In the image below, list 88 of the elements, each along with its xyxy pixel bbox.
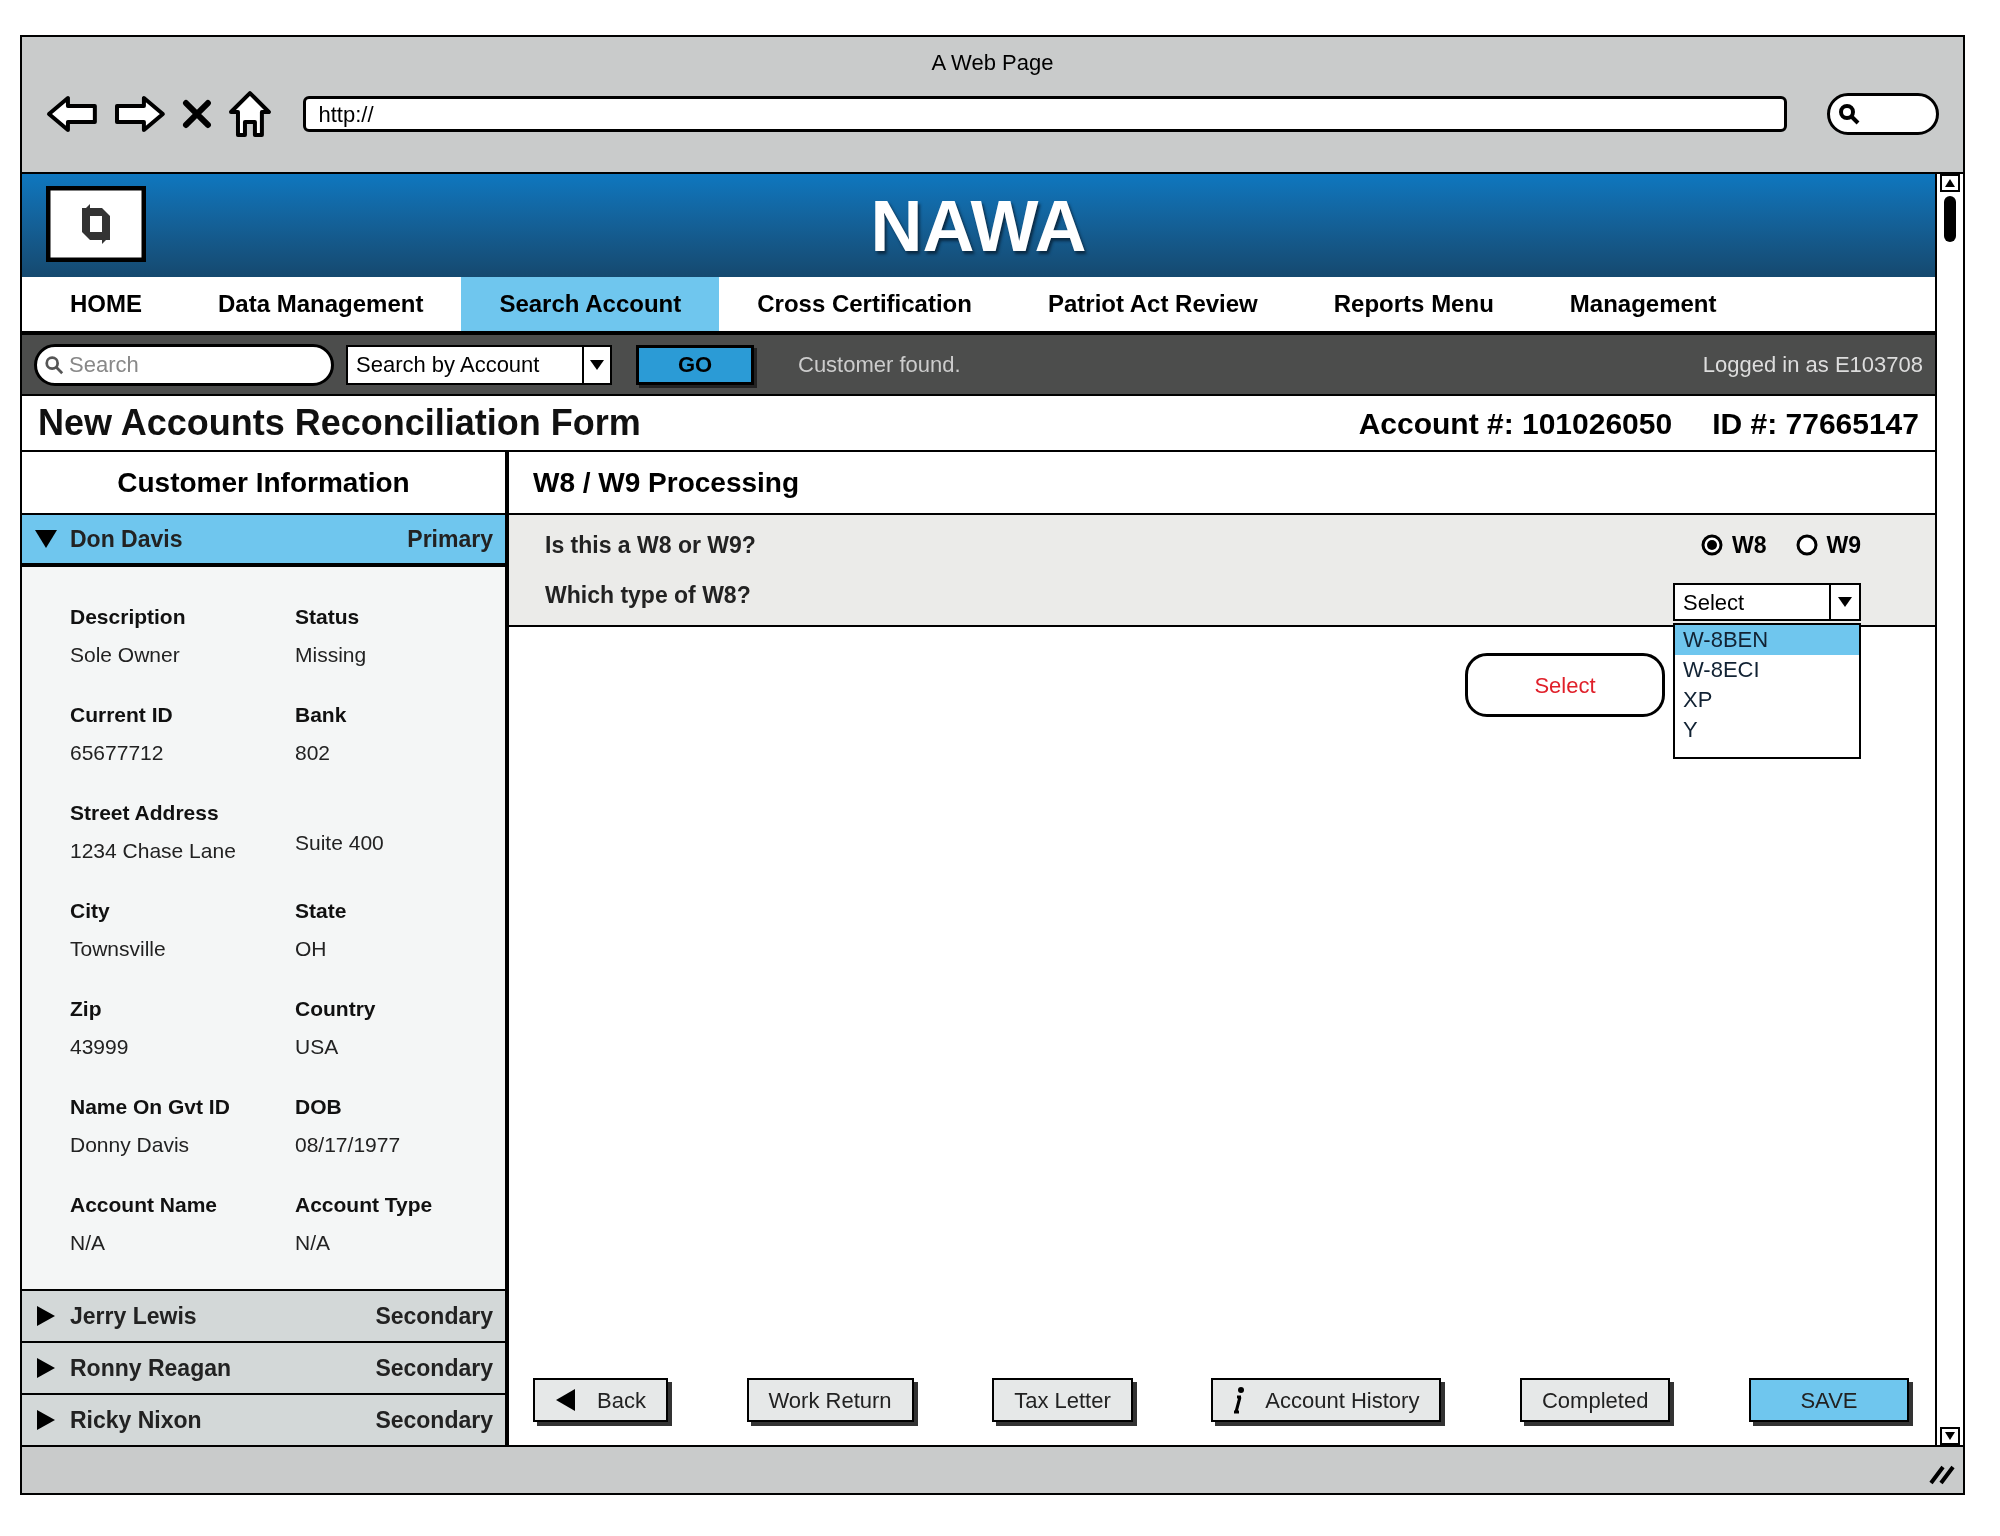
dropdown-option[interactable]: W-8BEN: [1675, 625, 1859, 655]
field-label: Account Name: [70, 1192, 219, 1218]
url-field[interactable]: http://: [303, 96, 1788, 132]
field-value: 802: [295, 739, 332, 766]
scroll-up-icon[interactable]: [1940, 174, 1960, 192]
field-value: N/A: [70, 1229, 106, 1256]
dropdown-option[interactable]: Y: [1675, 715, 1859, 745]
field-value: N/A: [295, 1229, 331, 1256]
panel-title: Customer Information: [117, 465, 410, 500]
customer-row[interactable]: Ronny Reagan Secondary: [22, 1341, 505, 1393]
customer-name: Ricky Nixon: [70, 1405, 202, 1435]
type-dropdown[interactable]: Select: [1673, 583, 1861, 621]
customer-role: Secondary: [375, 1405, 493, 1435]
form-title: New Accounts Reconciliation Form: [38, 401, 641, 445]
close-icon[interactable]: [181, 99, 212, 129]
field-value: USA: [295, 1033, 340, 1060]
triangle-left-icon: [555, 1388, 577, 1412]
app-title: NAWA: [870, 184, 1087, 268]
field-label: Bank: [295, 702, 348, 728]
info-icon: [1233, 1386, 1246, 1414]
customer-name: Ronny Reagan: [70, 1353, 232, 1383]
field-label: Status: [295, 604, 361, 630]
radio-button[interactable]: [1794, 533, 1819, 557]
field-value: Donny Davis: [70, 1131, 191, 1158]
search-field[interactable]: [1827, 93, 1939, 135]
field-value: 43999: [70, 1033, 130, 1060]
nav-tab[interactable]: Data Management: [180, 277, 462, 331]
account-number: Account #: 101026050: [1358, 405, 1673, 442]
collapse-icon: [34, 528, 58, 550]
home-icon[interactable]: [227, 90, 272, 138]
customer-name: Jerry Lewis: [70, 1301, 197, 1331]
customer-row[interactable]: Don Davis Primary: [22, 515, 505, 567]
logged-in-user: Logged in as E103708: [1702, 351, 1923, 379]
customer-row[interactable]: Ricky Nixon Secondary: [22, 1393, 505, 1445]
customer-name: Don Davis: [70, 524, 183, 554]
radio-option[interactable]: W9: [1794, 527, 1861, 563]
field-label: Current ID: [70, 702, 174, 728]
caret-icon: [589, 358, 605, 371]
customer-role: Secondary: [375, 1301, 493, 1331]
customer-row[interactable]: Jerry Lewis Secondary: [22, 1289, 505, 1341]
logo-icon: [46, 186, 146, 262]
select-tooltip: Select: [1465, 653, 1665, 717]
field-value: Missing: [295, 641, 368, 668]
field-label: State: [295, 898, 348, 924]
nav-tab[interactable]: Search Account: [461, 277, 720, 331]
dropdown-option[interactable]: W-8ECI: [1675, 655, 1859, 685]
scroll-thumb[interactable]: [1944, 196, 1956, 242]
search-field[interactable]: Search: [34, 343, 334, 386]
customer-role: Secondary: [375, 1353, 493, 1383]
id-number: ID #: 77665147: [1712, 405, 1919, 442]
question-label: Is this a W8 or W9?: [545, 530, 756, 560]
radio-option[interactable]: W8: [1700, 527, 1767, 563]
nav-tab[interactable]: Patriot Act Review: [1009, 277, 1296, 331]
field-label: City: [70, 898, 111, 924]
field-value: 1234 Chase Lane: [70, 837, 237, 864]
search-icon: [44, 354, 64, 375]
field-value: OH: [295, 935, 328, 962]
field-value: 08/17/1977: [295, 1131, 402, 1158]
field-value: 65677712: [70, 739, 165, 766]
nav-tab[interactable]: Cross Certification: [719, 277, 1010, 331]
field-value: Sole Owner: [70, 641, 181, 668]
back-icon[interactable]: [46, 94, 98, 134]
forward-icon[interactable]: [113, 94, 166, 134]
search-icon: [1838, 103, 1861, 125]
caret-icon: [1837, 596, 1853, 608]
field-label: Street Address: [70, 800, 220, 826]
nav-tab[interactable]: Management: [1531, 277, 1755, 331]
field-label: Description: [70, 604, 187, 630]
scroll-down-icon[interactable]: [1940, 1427, 1960, 1445]
window-title: A Web Page: [931, 48, 1054, 77]
field-label: DOB: [295, 1094, 343, 1120]
go-button[interactable]: GO: [636, 344, 754, 385]
nav-tab[interactable]: Reports Menu: [1295, 277, 1532, 331]
field-value: Suite 400: [295, 830, 385, 856]
nav-tab[interactable]: HOME: [32, 277, 180, 331]
status-message: Customer found.: [798, 351, 961, 379]
panel-title: W8 / W9 Processing: [533, 465, 800, 500]
scrollbar[interactable]: [1935, 174, 1963, 1445]
field-label: Account Type: [295, 1192, 434, 1218]
field-label: Country: [295, 996, 377, 1022]
dropdown-option[interactable]: XP: [1675, 685, 1859, 715]
field-label: Zip: [70, 996, 103, 1022]
field-value: Townsville: [70, 935, 167, 962]
search-type-dropdown[interactable]: Search by Account: [346, 344, 612, 385]
radio-button[interactable]: [1700, 533, 1724, 557]
question-label: Which type of W8?: [545, 580, 751, 610]
customer-role: Primary: [407, 524, 493, 554]
field-label: Name On Gvt ID: [70, 1094, 231, 1120]
